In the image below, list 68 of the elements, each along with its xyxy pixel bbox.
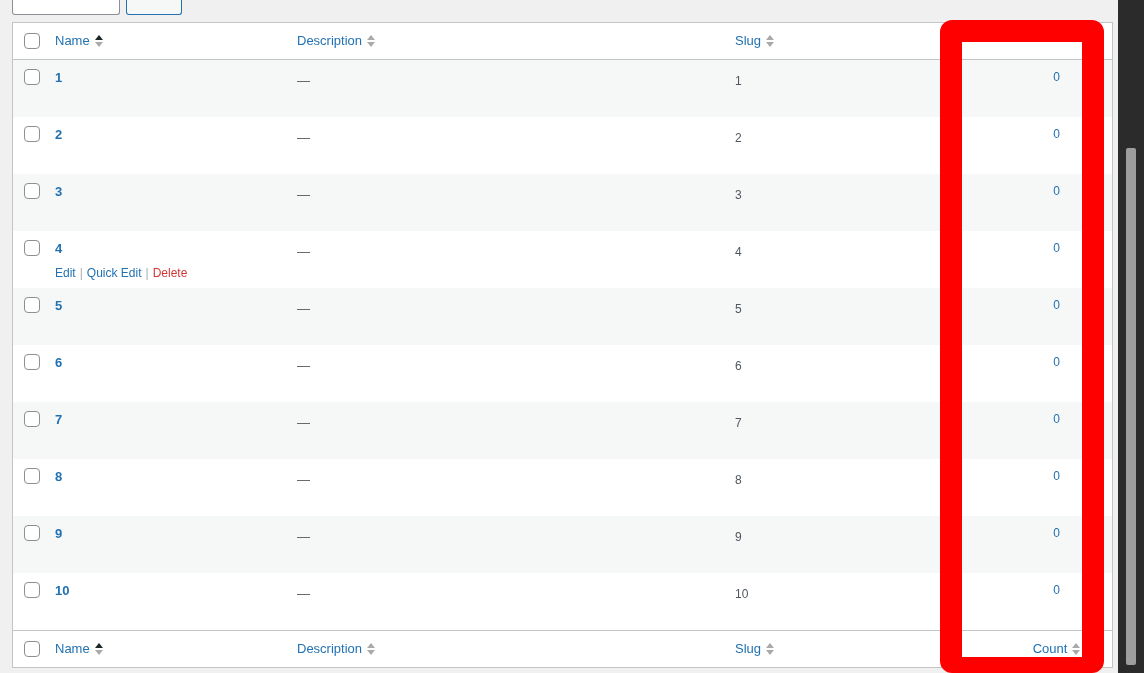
table-cell: — (297, 244, 310, 259)
table-cell: 4 (735, 245, 742, 259)
checkbox[interactable] (24, 126, 40, 142)
count-link[interactable]: 0 (1053, 581, 1060, 599)
table-cell: 1 (735, 74, 742, 88)
term-name-link[interactable]: 4 (55, 239, 63, 259)
table-cell: — (297, 415, 310, 430)
term-name-link[interactable]: 5 (55, 296, 63, 316)
count-link[interactable]: 0 (1053, 524, 1060, 542)
term-name-link[interactable]: 1 (55, 68, 63, 88)
table-cell: 3 (735, 188, 742, 202)
count-link[interactable]: 0 (1053, 353, 1060, 371)
term-name-link[interactable]: 6 (55, 353, 63, 373)
row-action-link[interactable]: Quick Edit (86, 263, 142, 282)
table-cell: 2 (735, 131, 742, 145)
column-header[interactable]: Description (297, 639, 363, 659)
column-header[interactable]: Count (1032, 639, 1068, 659)
checkbox[interactable] (24, 33, 40, 49)
table-cell: 5 (735, 302, 742, 316)
column-header[interactable]: Slug (735, 31, 762, 51)
term-name-link[interactable]: 3 (55, 182, 63, 202)
table-cell: 6 (735, 359, 742, 373)
checkbox[interactable] (24, 240, 40, 256)
column-header[interactable]: Description (297, 31, 363, 51)
table-cell: 10 (735, 587, 749, 601)
scrollbar-thumb[interactable] (1126, 148, 1136, 665)
column-header[interactable]: Name (55, 639, 90, 659)
checkbox[interactable] (24, 411, 40, 427)
term-name-link[interactable]: 7 (55, 410, 63, 430)
separator: | (145, 264, 149, 282)
table-cell: — (297, 472, 310, 487)
table-cell: 9 (735, 530, 742, 544)
term-name-link[interactable]: 2 (55, 125, 63, 145)
checkbox[interactable] (24, 525, 40, 541)
checkbox[interactable] (24, 354, 40, 370)
count-link[interactable]: 0 (1053, 239, 1060, 257)
table-cell: — (297, 73, 310, 88)
column-header[interactable]: Name (55, 31, 90, 51)
bulk-actions-dropdown[interactable] (12, 0, 120, 15)
table-cell: — (297, 529, 310, 544)
checkbox[interactable] (24, 468, 40, 484)
table-cell: — (297, 130, 310, 145)
row-action-link[interactable]: Edit (55, 263, 76, 282)
count-link[interactable]: 0 (1053, 296, 1060, 314)
count-link[interactable]: 0 (1053, 68, 1060, 86)
checkbox[interactable] (24, 297, 40, 313)
table-cell: — (297, 301, 310, 316)
scrollbar[interactable] (1118, 0, 1144, 673)
checkbox[interactable] (24, 69, 40, 85)
count-link[interactable]: 0 (1053, 125, 1060, 143)
term-name-link[interactable]: 9 (55, 524, 63, 544)
apply-button[interactable] (126, 0, 182, 15)
term-name-link[interactable]: 8 (55, 467, 63, 487)
count-link[interactable]: 0 (1053, 182, 1060, 200)
table-cell: — (297, 187, 310, 202)
column-header[interactable]: Slug (735, 639, 762, 659)
table-cell: 7 (735, 416, 742, 430)
term-name-link[interactable]: 10 (55, 581, 70, 601)
checkbox[interactable] (24, 641, 40, 657)
checkbox[interactable] (24, 582, 40, 598)
count-link[interactable]: 0 (1053, 410, 1060, 428)
checkbox[interactable] (24, 183, 40, 199)
table-cell: — (297, 586, 310, 601)
table-cell: 8 (735, 473, 742, 487)
delete-link[interactable]: Delete (152, 263, 188, 282)
separator: | (79, 264, 83, 282)
table-cell: — (297, 358, 310, 373)
count-link[interactable]: 0 (1053, 467, 1060, 485)
